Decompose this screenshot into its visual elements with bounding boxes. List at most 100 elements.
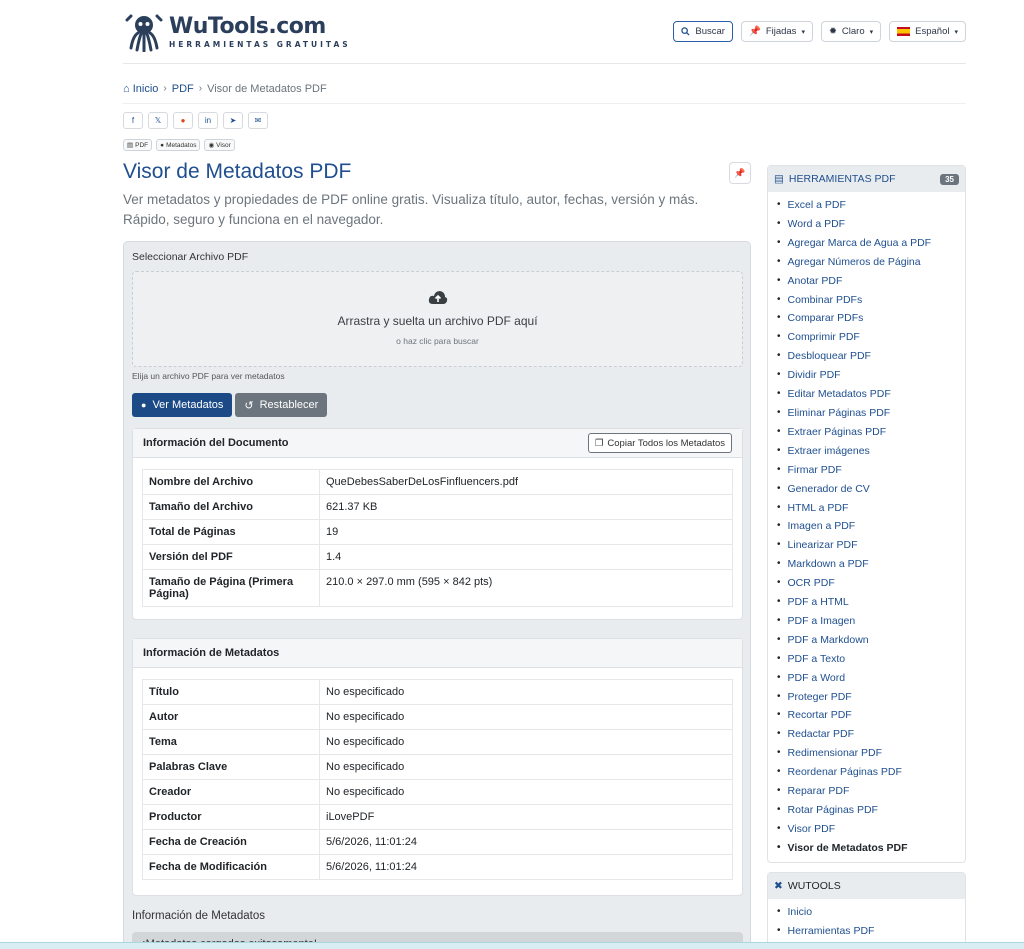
sidebar: ▤ HERRAMIENTAS PDF 35 Excel a PDFWord a … [767, 165, 966, 946]
sidebar-item[interactable]: HTML a PDF [777, 499, 965, 518]
sidebar-item[interactable]: Agregar Números de Página [777, 253, 965, 272]
copy-all-metadata-button[interactable]: ❐ Copiar Todos los Metadatos [587, 433, 732, 453]
tag-label: Visor [216, 141, 231, 149]
sidebar-item[interactable]: Dividir PDF [777, 366, 965, 385]
wutools-title: WUTOOLS [787, 879, 841, 892]
home-icon: ⌂ [123, 82, 130, 95]
sidebar-item[interactable]: PDF a Imagen [777, 612, 965, 631]
sidebar-item[interactable]: Anotar PDF [777, 272, 965, 291]
table-row: Tamaño del Archivo 621.37 KB [142, 494, 733, 520]
site-logo[interactable]: WuTools.com HERRAMIENTAS GRATUITAS [123, 12, 351, 52]
tag-label: PDF [135, 141, 149, 149]
sidebar-item[interactable]: Generador de CV [777, 480, 965, 499]
row-key: Fecha de Creación [142, 829, 320, 855]
sidebar-item[interactable]: Editar Metadatos PDF [777, 385, 965, 404]
sidebar-item[interactable]: Markdown a PDF [777, 555, 965, 574]
table-row: Tamaño de Página (Primera Página) 210.0 ×… [142, 569, 733, 607]
table-row: Título No especificado [142, 679, 733, 705]
sidebar-item[interactable]: Linearizar PDF [777, 536, 965, 555]
sidebar-item[interactable]: PDF a Markdown [777, 631, 965, 650]
wutools-list: InicioHerramientas PDF [768, 899, 965, 945]
chevron-down-icon: ▾ [954, 28, 958, 36]
breadcrumb-pdf[interactable]: PDF [172, 83, 194, 95]
sidebar-item[interactable]: PDF a Word [777, 669, 965, 688]
sidebar-item[interactable]: Redactar PDF [777, 725, 965, 744]
document-info-header: Información del Documento ❐ Copiar Todos… [133, 429, 742, 458]
x-share-icon[interactable]: 𝕏 [148, 112, 168, 129]
sidebar-item[interactable]: Extraer Páginas PDF [777, 423, 965, 442]
sidebar-item[interactable]: Inicio [777, 903, 965, 922]
table-row: Total de Páginas 19 [142, 519, 733, 545]
row-value: No especificado [319, 779, 733, 805]
row-key: Nombre del Archivo [142, 469, 320, 495]
sidebar-item[interactable]: Proteger PDF [777, 688, 965, 707]
reddit-share-icon[interactable]: ● [173, 112, 193, 129]
row-value: iLovePDF [319, 804, 733, 830]
copy-icon: ❐ [594, 437, 604, 449]
row-value: No especificado [319, 704, 733, 730]
sidebar-item[interactable]: Redimensionar PDF [777, 744, 965, 763]
tag-label: Metadatos [166, 141, 197, 149]
sidebar-item[interactable]: PDF a HTML [777, 593, 965, 612]
row-key: Tema [142, 729, 320, 755]
sidebar-item[interactable]: Rotar Páginas PDF [777, 801, 965, 820]
table-row: Productor iLovePDF [142, 804, 733, 830]
row-value: No especificado [319, 729, 733, 755]
sidebar-item[interactable]: PDF a Texto [777, 650, 965, 669]
wutools-header: ✖ WUTOOLS [768, 872, 965, 899]
tag-visor[interactable]: ◉ Visor [204, 139, 235, 151]
telegram-share-icon[interactable]: ➤ [223, 112, 243, 129]
pin-icon: 📌 [748, 26, 761, 37]
sidebar-item[interactable]: Herramientas PDF [777, 922, 965, 941]
breadcrumb-separator: › [198, 83, 203, 94]
view-metadata-label: Ver Metadatos [152, 399, 224, 411]
octopus-logo-icon [125, 14, 163, 52]
tag-pdf[interactable]: ▤ PDF [123, 139, 153, 151]
pinned-dropdown[interactable]: 📌 Fijadas ▾ [740, 21, 813, 42]
sidebar-item[interactable]: Visor de Metadatos PDF [777, 839, 965, 858]
sidebar-item[interactable]: Extraer imágenes [777, 442, 965, 461]
pinned-label: Fijadas [765, 26, 797, 37]
tag-metadatos[interactable]: ● Metadatos [156, 139, 201, 151]
tool-card: Seleccionar Archivo PDF Arrastra y suelt… [123, 241, 751, 949]
sidebar-item[interactable]: Reordenar Páginas PDF [777, 763, 965, 782]
row-value: 5/6/2026, 11:01:24 [319, 854, 733, 880]
search-button-label: Buscar [695, 26, 725, 37]
sidebar-item[interactable]: Comprimir PDF [777, 328, 965, 347]
row-value: No especificado [319, 754, 733, 780]
email-share-icon[interactable]: ✉ [248, 112, 268, 129]
sidebar-item[interactable]: Eliminar Páginas PDF [777, 404, 965, 423]
breadcrumb-home[interactable]: ⌂ Inicio [123, 83, 158, 95]
sidebar-item[interactable]: Word a PDF [777, 215, 965, 234]
action-buttons: ● Ver Metadatos ↺ Restablecer [132, 393, 328, 417]
sidebar-item[interactable]: Recortar PDF [777, 706, 965, 725]
sidebar-item[interactable]: Combinar PDFs [777, 291, 965, 310]
facebook-share-icon[interactable]: f [123, 112, 143, 129]
sidebar-item[interactable]: Excel a PDF [777, 196, 965, 215]
file-dropzone[interactable]: Arrastra y suelta un archivo PDF aquí o … [132, 271, 743, 367]
theme-dropdown[interactable]: ✹ Claro ▾ [820, 21, 882, 42]
sidebar-item[interactable]: Visor PDF [777, 820, 965, 839]
sidebar-item[interactable]: Reparar PDF [777, 782, 965, 801]
sidebar-item[interactable]: Desbloquear PDF [777, 347, 965, 366]
page-description: Ver metadatos y propiedades de PDF onlin… [123, 192, 699, 227]
undo-icon: ↺ [244, 399, 254, 412]
page-title: Visor de Metadatos PDF [123, 160, 352, 183]
sidebar-item[interactable]: Firmar PDF [777, 461, 965, 480]
row-key: Título [142, 679, 320, 705]
sidebar-item[interactable]: Agregar Marca de Agua a PDF [777, 234, 965, 253]
document-info-table: Nombre del Archivo QueDebesSaberDeLosFinf… [142, 469, 733, 607]
linkedin-share-icon[interactable]: in [198, 112, 218, 129]
view-metadata-button[interactable]: ● Ver Metadatos [132, 393, 233, 417]
pin-icon: 📌 [734, 167, 746, 178]
sidebar-item[interactable]: Comparar PDFs [777, 309, 965, 328]
language-dropdown[interactable]: Español ▾ [889, 21, 966, 42]
search-button[interactable]: Buscar [673, 21, 733, 42]
metadata-info-table: Título No especificado Autor No especificad… [142, 679, 733, 880]
sidebar-item[interactable]: Imagen a PDF [777, 517, 965, 536]
dropzone-subtext: o haz clic para buscar [396, 336, 479, 346]
pdf-tools-box: ▤ HERRAMIENTAS PDF 35 Excel a PDFWord a … [767, 165, 966, 863]
sidebar-item[interactable]: OCR PDF [777, 574, 965, 593]
reset-button[interactable]: ↺ Restablecer [235, 393, 328, 417]
pin-tool-button[interactable]: 📌 [729, 162, 751, 184]
